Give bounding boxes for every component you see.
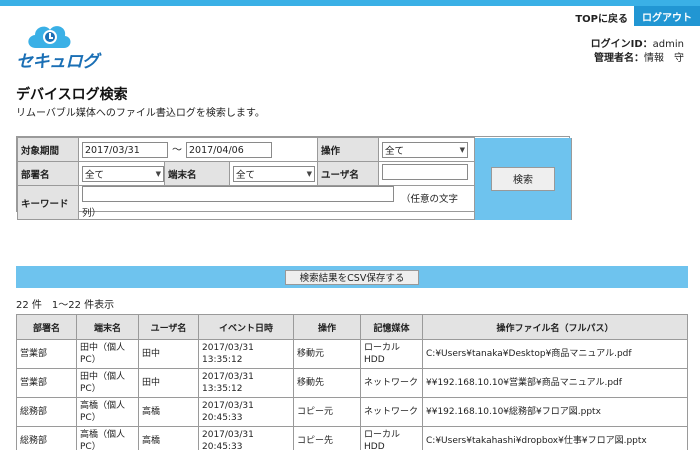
manager-row: 管理者名：情報 守 [591, 52, 684, 66]
table-row: 営業部 田中（個人PC） 田中 2017/03/31 13:35:12 移動先 … [16, 368, 688, 398]
login-id-label: ログインID： [590, 39, 653, 50]
terminal-cell: 全て ▼ [228, 161, 319, 186]
login-id-value: admin [652, 39, 684, 50]
terminal-select-value: 全て [236, 169, 256, 181]
period-from-input[interactable]: 2017/03/31 [82, 142, 168, 159]
cell-event-time: 2017/03/31 13:35:12 [198, 368, 294, 398]
search-form: 対象期間 2017/03/31 ～ 2017/04/06 操作 全て ▼ 検索 部署名… [16, 136, 573, 220]
department-select-value: 全て [85, 169, 105, 181]
operation-label: 操作 [317, 137, 380, 162]
cell-department: 営業部 [16, 339, 77, 369]
column-header-event-time[interactable]: イベント日時 [198, 314, 294, 340]
chevron-down-icon: ▼ [306, 169, 312, 178]
cell-media: ローカルHDD [360, 339, 423, 369]
user-label: ユーザ名 [317, 161, 380, 186]
column-header-media[interactable]: 記憶媒体 [360, 314, 423, 340]
top-link[interactable]: TOPに戻る [575, 10, 628, 25]
search-button[interactable]: 検索 [491, 166, 556, 191]
cell-file-path: C:¥Users¥takahashi¥dropbox¥仕事¥フロア図.pptx [422, 426, 688, 450]
page-title: デバイスログ検索 [16, 87, 128, 103]
csv-bar: 検索結果をCSV保存する [16, 266, 688, 288]
cell-event-time: 2017/03/31 20:45:33 [198, 426, 294, 450]
table-row: 総務部 高橋（個人PC） 高橋 2017/03/31 20:45:33 コピー元… [16, 397, 688, 427]
logout-button[interactable]: ログアウト [634, 6, 700, 26]
csv-save-button[interactable]: 検索結果をCSV保存する [284, 269, 420, 285]
cell-operation: コピー先 [293, 426, 361, 450]
cell-media: ネットワーク [360, 397, 423, 427]
cell-file-path: ¥¥192.168.10.10¥営業部¥商品マニュアル.pdf [422, 368, 688, 398]
cell-terminal: 田中（個人PC） [76, 368, 139, 398]
cell-user: 田中 [138, 339, 199, 369]
chevron-down-icon: ▼ [459, 145, 466, 154]
column-header-department[interactable]: 部署名 [16, 314, 77, 340]
table-row: 総務部 高橋（個人PC） 高橋 2017/03/31 20:45:33 コピー先… [16, 426, 688, 450]
table-row: 営業部 田中（個人PC） 田中 2017/03/31 13:35:12 移動元 … [16, 339, 688, 369]
period-to-input[interactable]: 2017/04/06 [186, 142, 272, 159]
cell-user: 田中 [138, 368, 199, 398]
column-header-user[interactable]: ユーザ名 [138, 314, 199, 340]
cell-terminal: 田中（個人PC） [76, 339, 139, 369]
operation-select-value: 全て [385, 145, 405, 157]
keyword-label: キーワード [17, 185, 79, 220]
cell-department: 総務部 [16, 397, 77, 427]
operation-select[interactable]: 全て ▼ [382, 141, 469, 158]
keyword-cell: （任意の文字列） [77, 185, 476, 220]
cell-file-path: C:¥Users¥tanaka¥Desktop¥商品マニュアル.pdf [422, 339, 688, 369]
search-form-table: 対象期間 2017/03/31 ～ 2017/04/06 操作 全て ▼ 検索 部署名… [17, 137, 573, 220]
cell-media: ローカルHDD [360, 426, 423, 450]
cell-file-path: ¥¥192.168.10.10¥総務部¥フロア図.pptx [422, 397, 688, 427]
cell-event-time: 2017/03/31 20:45:33 [198, 397, 294, 427]
cell-operation: 移動先 [293, 368, 361, 398]
table-header-row: 部署名 端末名 ユーザ名 イベント日時 操作 記憶媒体 操作ファイル名（フルパス… [16, 314, 688, 340]
keyword-input[interactable] [82, 186, 394, 202]
manager-label: 管理者名： [594, 53, 644, 64]
cell-user: 高橋 [138, 397, 199, 427]
search-button-cell: 検索 [474, 137, 573, 220]
period-separator: ～ [172, 144, 182, 156]
cell-terminal: 高橋（個人PC） [76, 426, 139, 450]
column-header-operation[interactable]: 操作 [293, 314, 361, 340]
cell-user: 高橋 [138, 426, 199, 450]
cell-terminal: 高橋（個人PC） [76, 397, 139, 427]
result-count: 22 件 1～22 件表示 [16, 300, 115, 311]
user-input[interactable] [382, 164, 469, 180]
cell-media: ネットワーク [360, 368, 423, 398]
cell-operation: コピー元 [293, 397, 361, 427]
terminal-select[interactable]: 全て ▼ [233, 165, 315, 182]
chevron-down-icon: ▼ [155, 169, 161, 178]
manager-value: 情報 守 [644, 53, 684, 64]
operation-cell: 全て ▼ [378, 137, 476, 162]
user-cell [378, 161, 476, 186]
period-label: 対象期間 [17, 137, 79, 162]
department-label: 部署名 [17, 161, 79, 186]
department-cell: 全て ▼ [78, 161, 165, 186]
page-description: リムーバブル媒体へのファイル書込ログを検索します。 [16, 108, 265, 119]
top-accent-bar [0, 0, 700, 6]
login-info: ログインID：admin 管理者名：情報 守 [591, 38, 684, 66]
login-id-row: ログインID：admin [591, 38, 684, 52]
logo-text: セキュログ [16, 52, 99, 72]
period-cell: 2017/03/31 ～ 2017/04/06 [77, 137, 319, 162]
terminal-label: 端末名 [164, 161, 230, 186]
cell-department: 営業部 [16, 368, 77, 398]
cell-department: 総務部 [16, 426, 77, 450]
column-header-terminal[interactable]: 端末名 [76, 314, 139, 340]
cell-operation: 移動元 [293, 339, 361, 369]
column-header-file-path[interactable]: 操作ファイル名（フルパス） [422, 314, 688, 340]
cell-event-time: 2017/03/31 13:35:12 [198, 339, 294, 369]
department-select[interactable]: 全て ▼ [82, 165, 164, 182]
results-table: 部署名 端末名 ユーザ名 イベント日時 操作 記憶媒体 操作ファイル名（フルパス… [16, 314, 688, 450]
